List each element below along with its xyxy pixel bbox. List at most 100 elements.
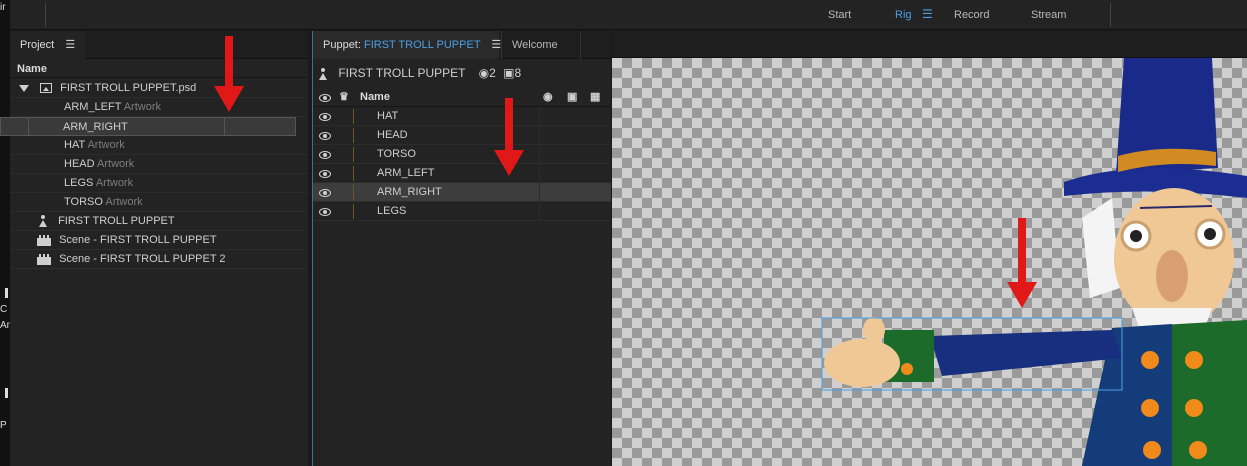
topbar-divider (1110, 3, 1111, 27)
coat-button (1141, 399, 1159, 417)
home-button[interactable] (10, 3, 46, 27)
column-header-name[interactable]: Name (360, 88, 390, 106)
layer-name: ARM_RIGHT (63, 121, 128, 133)
layer-name: HEAD (64, 158, 95, 170)
tab-puppet[interactable]: Puppet: FIRST TROLL PUPPET ☰ (313, 31, 501, 59)
column-divider (539, 183, 540, 202)
hair-left (1082, 198, 1120, 298)
project-item-scene[interactable]: Scene - FIRST TROLL PUPPET (10, 231, 308, 250)
troll-puppet-artwork (821, 58, 1247, 466)
project-layer-row[interactable]: LEGS Artwork (10, 174, 308, 193)
layer-indent-line (353, 128, 354, 143)
visibility-eye-icon[interactable] (319, 113, 331, 121)
layer-type: Artwork (105, 196, 143, 208)
mode-menu-icon[interactable]: ☰ (922, 7, 933, 21)
puppet-icon (319, 67, 327, 80)
layer-name: ARM_RIGHT (377, 186, 442, 198)
column-header-name[interactable]: Name (10, 60, 308, 78)
row-divider (28, 118, 29, 135)
desktop-fragment-bar (5, 388, 8, 398)
desktop-fragment: An (0, 320, 10, 331)
mode-rig[interactable]: Rig (895, 9, 912, 21)
tab-puppet-prefix: Puppet: (323, 39, 361, 51)
puppet-title: FIRST TROLL PUPPET ◉2 ▣8 (319, 65, 521, 81)
layer-indent-line (353, 147, 354, 162)
layer-indent-line (353, 185, 354, 200)
column-divider (539, 126, 540, 145)
mode-record[interactable]: Record (954, 9, 989, 21)
layer-name: LEGS (64, 177, 94, 189)
panel-menu-icon[interactable]: ☰ (491, 39, 501, 51)
coat-button (1185, 399, 1203, 417)
mode-start[interactable]: Start (828, 9, 851, 21)
annotation-arrow (494, 98, 524, 178)
panel-menu-icon[interactable]: ☰ (65, 39, 75, 51)
desktop-fragment: C (0, 304, 8, 315)
tab-welcome[interactable]: Welcome (501, 31, 581, 59)
expand-caret-icon[interactable] (19, 84, 29, 92)
coat-button (1185, 351, 1203, 369)
column-divider (539, 107, 540, 126)
layer-name: HAT (377, 110, 399, 122)
scene-name: Scene - FIRST TROLL PUPPET 2 (59, 253, 226, 265)
project-layer-row[interactable]: ARM_LEFT Artwork (10, 98, 308, 117)
coat-button (1143, 441, 1161, 459)
puppet-layer-row-selected[interactable]: ARM_RIGHT (313, 183, 611, 202)
row-divider (224, 118, 225, 135)
image-file-icon (40, 83, 53, 94)
workspace-bar: Start Rig ☰ Record Stream (10, 0, 1247, 30)
puppet-tabbar: Puppet: FIRST TROLL PUPPET ☰ Welcome (313, 31, 611, 59)
puppet-layer-row[interactable]: HAT (313, 107, 611, 126)
puppet-icon (39, 215, 47, 228)
crown-icon[interactable]: ♛ (339, 88, 349, 106)
nose (1156, 250, 1188, 302)
coat-button (1189, 441, 1207, 459)
layer-name: HEAD (377, 129, 408, 141)
tag-icon[interactable]: ▣ (567, 88, 577, 106)
desktop-fragment-bar (5, 288, 8, 298)
record-origin-icon[interactable]: ◉ (543, 88, 553, 106)
puppet-canvas[interactable] (612, 58, 1247, 466)
pupil-right (1204, 228, 1216, 240)
layer-type: Artwork (97, 158, 135, 170)
layer-name: TORSO (377, 148, 416, 160)
project-layer-row[interactable]: HEAD Artwork (10, 155, 308, 174)
layer-indent-line (353, 204, 354, 219)
puppet-layer-row[interactable]: LEGS (313, 202, 611, 221)
visibility-eye-icon[interactable] (319, 151, 331, 159)
layer-name: LEGS (377, 205, 407, 217)
project-item-psd[interactable]: FIRST TROLL PUPPET.psd (10, 79, 308, 98)
stage-header (612, 31, 1247, 58)
scene-name: Scene - FIRST TROLL PUPPET (59, 234, 217, 246)
puppet-item-name: FIRST TROLL PUPPET (58, 215, 175, 227)
puppet-panel: Puppet: FIRST TROLL PUPPET ☰ Welcome FIR… (312, 31, 611, 466)
visibility-eye-icon[interactable] (319, 132, 331, 140)
psd-file-name: FIRST TROLL PUPPET.psd (60, 82, 197, 94)
puppet-layer-row[interactable]: ARM_LEFT (313, 164, 611, 183)
project-layer-row[interactable]: HAT Artwork (10, 136, 308, 155)
mode-stream[interactable]: Stream (1031, 9, 1066, 21)
puppet-layer-row[interactable]: TORSO (313, 145, 611, 164)
tab-project-label: Project (20, 39, 55, 51)
visibility-eye-icon[interactable] (319, 94, 331, 102)
layer-name: ARM_LEFT (64, 101, 122, 113)
grid-dots-icon[interactable]: ▦ (590, 88, 600, 106)
tab-puppet-name: FIRST TROLL PUPPET (363, 39, 481, 51)
layer-name: HAT (64, 139, 85, 151)
visibility-eye-icon[interactable] (319, 208, 331, 216)
arm-sleeve (930, 330, 1122, 376)
project-layer-row-selected[interactable]: ARM_RIGHT (0, 117, 296, 136)
handle-count-value: 2 (489, 66, 496, 80)
desktop-fragment: ir (0, 2, 6, 13)
project-item-puppet[interactable]: FIRST TROLL PUPPET (10, 212, 308, 231)
project-item-scene[interactable]: Scene - FIRST TROLL PUPPET 2 (10, 250, 308, 269)
tab-project[interactable]: Project ☰ (10, 31, 86, 59)
scene-clapper-icon (37, 253, 51, 265)
visibility-eye-icon[interactable] (319, 189, 331, 197)
desktop-edge-strip: ir C An P (0, 0, 10, 466)
puppet-layer-row[interactable]: HEAD (313, 126, 611, 145)
visibility-eye-icon[interactable] (319, 170, 331, 178)
pupil-left (1130, 230, 1142, 242)
project-layer-row[interactable]: TORSO Artwork (10, 193, 308, 212)
tag-count: ▣8 (503, 66, 522, 80)
